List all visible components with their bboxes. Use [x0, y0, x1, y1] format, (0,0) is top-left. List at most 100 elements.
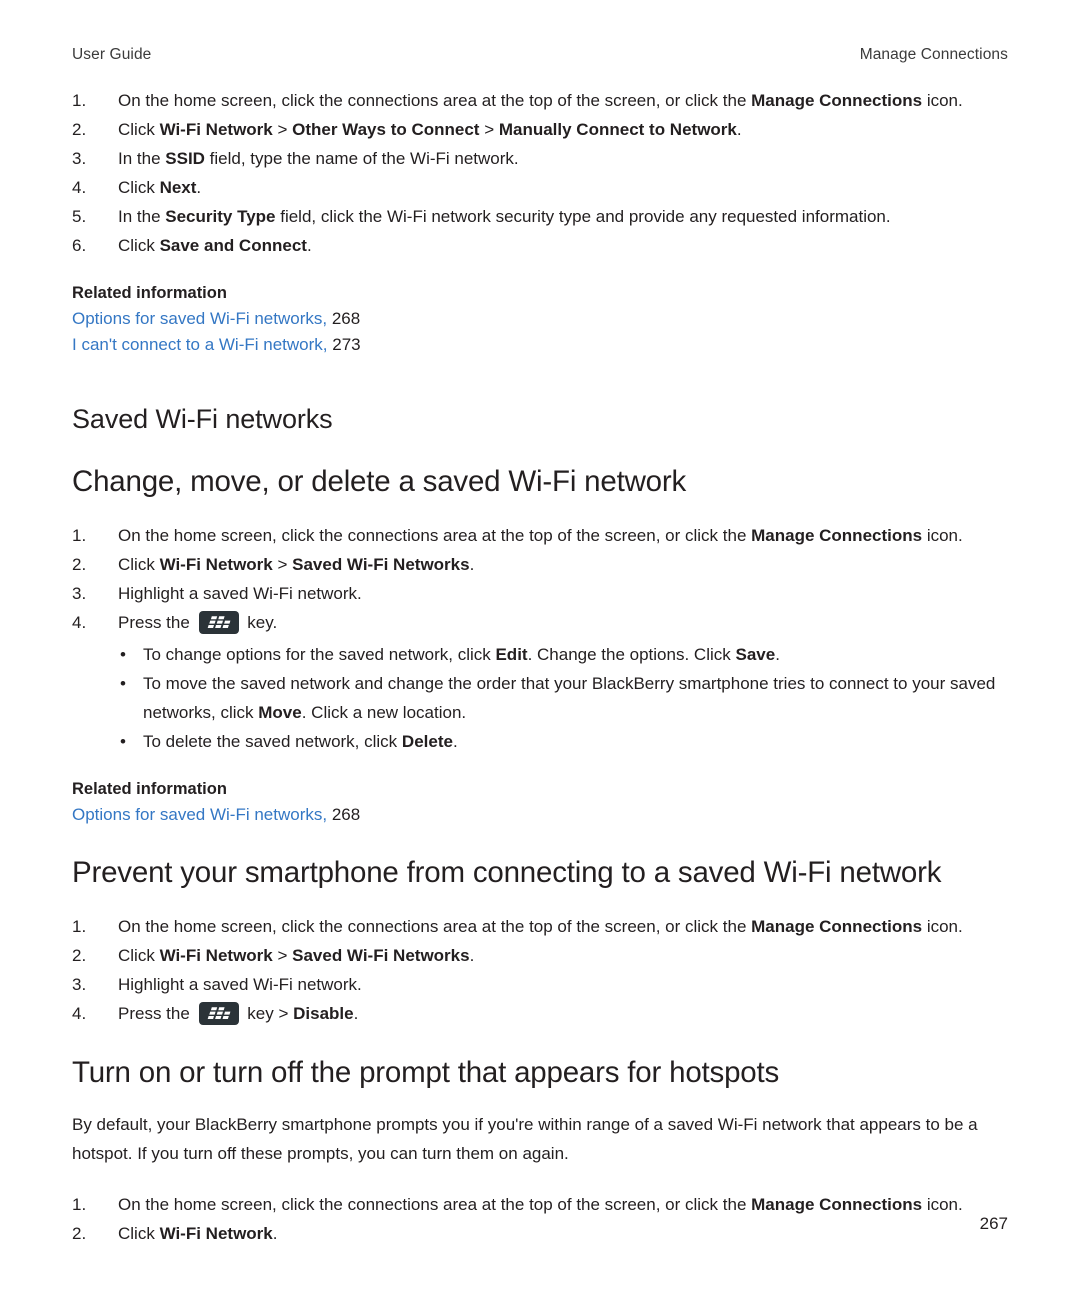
bullet-list-saved-network-actions: To change options for the saved network,… — [72, 640, 1008, 756]
step-text-post: key. — [242, 613, 278, 632]
step-item: 6. Click Save and Connect. — [72, 231, 1008, 260]
step-text-post: . — [469, 946, 475, 965]
list-item: To move the saved network and change the… — [120, 669, 1008, 727]
step-text: Press the key > Disable. — [118, 999, 1008, 1028]
related-link-page: 268 — [331, 309, 361, 328]
bullet-text-mid: . Change the options. Click — [527, 645, 736, 664]
step-text: On the home screen, click the connection… — [118, 912, 1008, 941]
step-text-post: icon. — [922, 91, 963, 110]
related-link-page: 268 — [331, 805, 361, 824]
step-text: Click Wi-Fi Network > Saved Wi-Fi Networ… — [118, 941, 1008, 970]
step-text-bold: Manage Connections — [751, 526, 923, 545]
step-text-post: field, click the Wi-Fi network security … — [275, 207, 891, 226]
step-text-bold: Saved Wi-Fi Networks — [292, 946, 470, 965]
step-text-bold: Manage Connections — [751, 1195, 923, 1214]
bullet-text-pre: To delete the saved network, click — [143, 732, 402, 751]
bullet-text-mid: . Click a new location. — [301, 703, 467, 722]
step-text-pre: Click — [118, 946, 160, 965]
paragraph-hotspot-description: By default, your BlackBerry smartphone p… — [72, 1115, 978, 1163]
page-number: 267 — [979, 1214, 1008, 1233]
step-text: Press the key. — [118, 608, 1008, 637]
step-text-pre: In the — [118, 207, 166, 226]
step-number: 4. — [72, 1004, 87, 1023]
step-text-bold: Save and Connect — [159, 236, 307, 255]
topic-heading-hotspot-prompt: Turn on or turn off the prompt that appe… — [72, 1056, 780, 1089]
related-link[interactable]: Options for saved Wi-Fi networks, 268 — [72, 306, 1008, 332]
step-text: On the home screen, click the connection… — [118, 521, 1008, 550]
step-text-bold: SSID — [165, 149, 205, 168]
step-text: Highlight a saved Wi-Fi network. — [118, 584, 362, 603]
step-text-pre: Click — [118, 120, 160, 139]
related-information-title: Related information — [72, 284, 227, 302]
step-text-post: . — [306, 236, 312, 255]
step-number: 4. — [72, 613, 87, 632]
step-text-pre: Press the — [118, 613, 195, 632]
related-link[interactable]: Options for saved Wi-Fi networks, 268 — [72, 802, 1008, 828]
step-text-pre: Click — [118, 178, 160, 197]
step-item: 1. On the home screen, click the connect… — [72, 521, 1008, 550]
step-text-bold: Manage Connections — [751, 917, 923, 936]
related-link[interactable]: I can't connect to a Wi-Fi network, 273 — [72, 332, 1008, 358]
bullet-text-pre: To change options for the saved network,… — [143, 645, 496, 664]
step-text-bold: Disable — [293, 1004, 354, 1023]
step-text: Highlight a saved Wi-Fi network. — [118, 975, 362, 994]
header-right-label: Manage Connections — [859, 46, 1008, 63]
step-text-post: . — [353, 1004, 359, 1023]
step-text-mid: key > — [242, 1004, 294, 1023]
header-left-label: User Guide — [72, 46, 152, 63]
steps-list-hotspot-prompt: 1. On the home screen, click the connect… — [72, 1190, 1008, 1248]
step-text-bold: Security Type — [165, 207, 276, 226]
step-text-bold: Wi-Fi Network — [159, 1224, 273, 1243]
related-information-title: Related information — [72, 780, 227, 798]
step-number: 3. — [72, 975, 87, 994]
step-text: On the home screen, click the connection… — [118, 86, 1008, 115]
step-item: 2. Click Wi-Fi Network > Other Ways to C… — [72, 115, 1008, 144]
step-text: Click Save and Connect. — [118, 231, 1008, 260]
bullet-text-post: . — [775, 645, 780, 664]
step-text: In the Security Type field, click the Wi… — [118, 202, 1008, 231]
step-number: 3. — [72, 149, 87, 168]
steps-list-prevent-connecting: 1. On the home screen, click the connect… — [72, 912, 1008, 1028]
step-text-bold: Wi-Fi Network — [159, 120, 273, 139]
step-number: 1. — [72, 91, 87, 110]
step-text-bold: Next — [159, 178, 197, 197]
step-text-bold: Other Ways to Connect — [292, 120, 480, 139]
related-link-page: 273 — [332, 335, 361, 354]
bullet-text-bold: Edit — [495, 645, 528, 664]
step-text-separator: > — [272, 555, 293, 574]
step-text-pre: Click — [118, 1224, 160, 1243]
step-number: 2. — [72, 120, 87, 139]
related-link-text: Options for saved Wi-Fi networks, — [72, 805, 328, 824]
step-item: 3. Highlight a saved Wi-Fi network. — [72, 579, 1008, 608]
step-number: 1. — [72, 917, 87, 936]
step-item: 1. On the home screen, click the connect… — [72, 86, 1008, 115]
section-heading-saved-wifi-networks: Saved Wi-Fi networks — [72, 404, 333, 434]
step-number: 4. — [72, 178, 87, 197]
topic-heading-prevent-connecting: Prevent your smartphone from connecting … — [72, 856, 942, 889]
step-item: 1. On the home screen, click the connect… — [72, 1190, 1008, 1219]
step-text-pre: In the — [118, 149, 166, 168]
step-text-separator: > — [272, 120, 293, 139]
bullet-text-bold: Delete — [401, 732, 453, 751]
step-text-bold: Wi-Fi Network — [159, 946, 273, 965]
step-text-separator: > — [479, 120, 499, 139]
step-text: Click Wi-Fi Network > Other Ways to Conn… — [118, 115, 1008, 144]
step-text-post: field, type the name of the Wi-Fi networ… — [204, 149, 519, 168]
step-item: 1. On the home screen, click the connect… — [72, 912, 1008, 941]
step-number: 2. — [72, 555, 87, 574]
step-text-bold: Manually Connect to Network — [498, 120, 737, 139]
list-item: To delete the saved network, click Delet… — [120, 727, 1008, 756]
step-text-post: . — [469, 555, 475, 574]
related-information-block: Related information Options for saved Wi… — [72, 280, 1008, 358]
bullet-text-bold: Save — [735, 645, 776, 664]
step-text-post: icon. — [922, 917, 963, 936]
step-text-pre: On the home screen, click the connection… — [118, 526, 752, 545]
related-link-text: Options for saved Wi-Fi networks, — [72, 309, 328, 328]
step-number: 2. — [72, 1224, 87, 1243]
step-text-pre: Click — [118, 236, 160, 255]
list-item: To change options for the saved network,… — [120, 640, 1008, 669]
step-text-post: . — [736, 120, 742, 139]
document-page: User Guide Manage Connections 1. On the … — [0, 0, 1080, 1296]
step-text-bold: Saved Wi-Fi Networks — [292, 555, 470, 574]
steps-list-change-move-delete: 1. On the home screen, click the connect… — [72, 521, 1008, 637]
